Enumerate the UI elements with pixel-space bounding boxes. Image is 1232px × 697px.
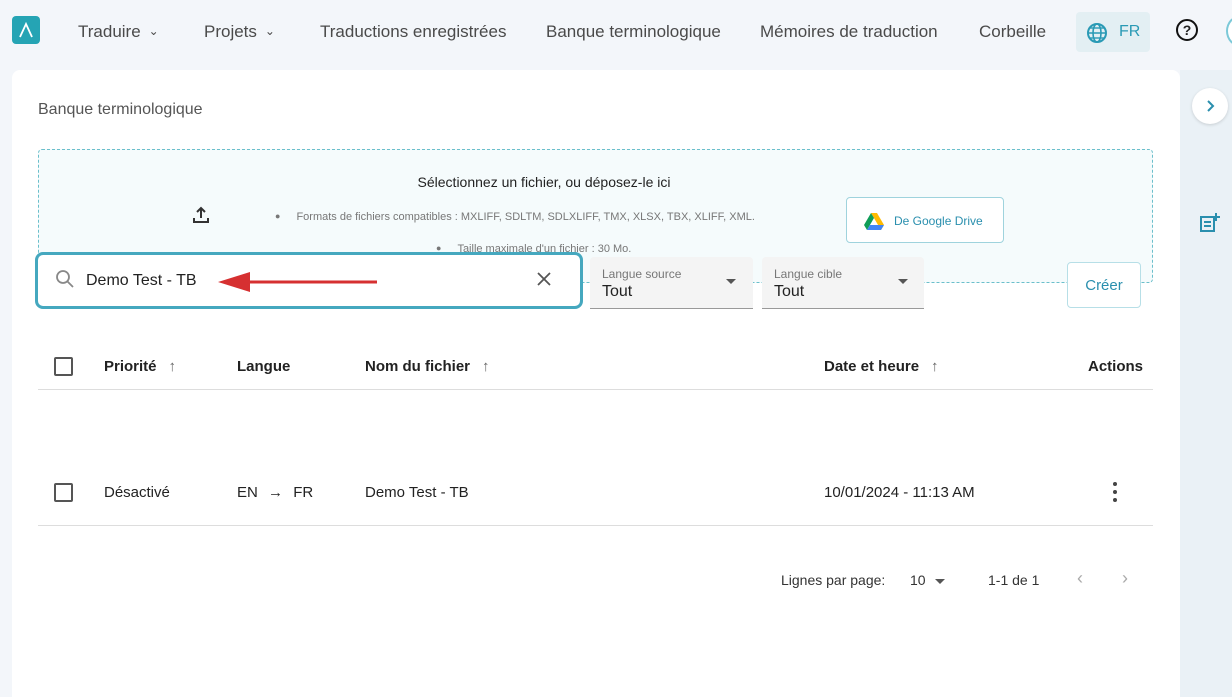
rows-per-page-label: Lignes par page: [781,572,886,588]
google-drive-label: De Google Drive [894,214,983,228]
search-icon [56,270,74,288]
expand-sidebar-button[interactable] [1192,88,1228,124]
column-datetime[interactable]: Date et heure ↑ [824,358,939,375]
app-logo[interactable] [12,16,40,44]
source-language-value: Tout [602,283,633,300]
source-language-select[interactable]: Langue source Tout [590,257,753,309]
row-checkbox[interactable] [54,483,73,502]
help-icon[interactable]: ? [1176,19,1198,41]
pagination-range: 1-1 de 1 [988,572,1040,588]
dropzone-title: Sélectionnez un fichier, ou déposez-le i… [417,174,671,190]
upload-icon [193,206,209,223]
column-filename[interactable]: Nom du fichier ↑ [365,358,490,375]
source-language-label: Langue source [602,267,682,281]
chevron-down-icon: ⌄ [148,24,159,38]
nav-corbeille[interactable]: Corbeille [979,22,1046,42]
google-drive-icon [864,213,884,230]
annotation-arrow [218,272,377,292]
target-language-label: Langue cible [774,267,843,281]
column-actions: Actions [1088,358,1144,375]
cell-language: EN → FR [237,484,314,501]
language-label: FR [1119,23,1141,40]
nav-traduire[interactable]: Traduire ⌄ [78,22,159,42]
sort-arrow-icon[interactable]: ↑ [931,358,939,375]
note-add-icon[interactable] [1200,213,1220,233]
bullet-icon: ● [275,211,281,221]
target-language-value: Tout [774,283,805,300]
clear-icon[interactable] [537,272,551,286]
dropzone-formats: ● Formats de fichiers compatibles : MXLIF… [275,211,755,223]
dropdown-arrow-icon[interactable] [935,579,945,584]
nav-projets[interactable]: Projets ⌄ [204,22,275,42]
sort-arrow-icon[interactable]: ↑ [482,358,490,375]
create-button[interactable]: Créer [1067,262,1141,308]
chevron-down-icon: ⌄ [264,24,275,38]
dropdown-arrow-icon [726,279,736,284]
language-selector[interactable]: FR [1076,12,1150,52]
table-header: Priorité ↑ Langue Nom du fichier ↑ Date et… [38,343,1153,390]
top-navigation: Traduire ⌄ Projets ⌄ Traductions enregistr… [0,0,1232,66]
nav-banque-terminologique[interactable]: Banque terminologique [546,22,721,42]
google-drive-button[interactable]: De Google Drive [846,197,1004,243]
avatar[interactable] [1226,15,1232,47]
sort-arrow-icon[interactable]: ↑ [169,358,177,375]
target-language-select[interactable]: Langue cible Tout [762,257,924,309]
dropdown-arrow-icon [898,279,908,284]
nav-memoires-de-traduction[interactable]: Mémoires de traduction [760,22,938,42]
chevron-right-icon [1207,100,1215,112]
next-page-icon[interactable]: › [1122,568,1128,589]
cell-filename: Demo Test - TB [365,484,469,501]
table-row[interactable]: Désactivé EN → FR Demo Test - TB 10/01/2… [38,460,1153,526]
arrow-right-icon: → [268,484,284,501]
page-title: Banque terminologique [38,101,203,118]
column-priority[interactable]: Priorité ↑ [104,358,176,375]
select-all-checkbox[interactable] [54,357,73,376]
cell-priority: Désactivé [104,484,170,501]
right-sidebar [1180,70,1232,697]
column-language: Langue [237,358,291,375]
cell-datetime: 10/01/2024 - 11:13 AM [824,484,975,501]
nav-traductions-enregistrees[interactable]: Traductions enregistrées [320,22,506,42]
rows-per-page-select[interactable]: 10 [910,572,926,588]
previous-page-icon[interactable]: ‹ [1077,568,1083,589]
row-actions-menu-icon[interactable] [1112,482,1118,502]
globe-icon [1087,23,1107,43]
